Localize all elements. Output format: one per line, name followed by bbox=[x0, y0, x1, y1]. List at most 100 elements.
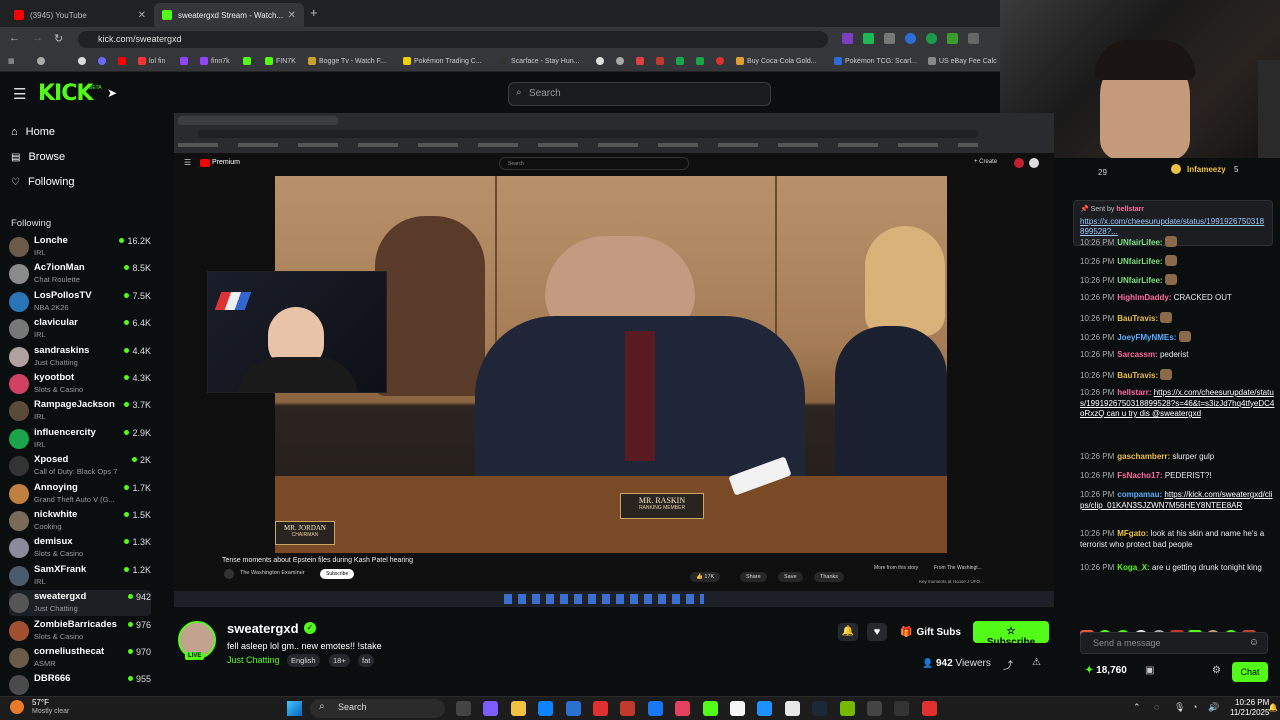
volume-icon[interactable]: 🔊 bbox=[1208, 702, 1219, 713]
tiktok-icon[interactable] bbox=[784, 701, 800, 716]
bookmark-icon[interactable] bbox=[676, 57, 687, 65]
bookmark-icon[interactable] bbox=[716, 57, 727, 65]
extension-icon[interactable] bbox=[926, 33, 937, 44]
chat-username[interactable]: compamau: bbox=[1117, 490, 1162, 499]
nav-following[interactable]: ♡ Following bbox=[11, 176, 74, 188]
bookmark[interactable]: finn7k bbox=[200, 57, 230, 65]
search-input[interactable]: ⌕ Search bbox=[508, 82, 771, 106]
bookmark[interactable]: US eBay Fee Calc bbox=[928, 57, 997, 65]
following-item[interactable]: demisux Slots & Casino 1.3K bbox=[9, 535, 151, 561]
bookmark-icon[interactable] bbox=[656, 57, 667, 65]
network-icon[interactable]: ◌ bbox=[1154, 702, 1159, 712]
following-item[interactable]: sandraskins Just Chatting 4.4K bbox=[9, 344, 151, 370]
bookmark-icon[interactable] bbox=[37, 57, 48, 65]
obs-icon[interactable] bbox=[894, 701, 910, 716]
extension-icon[interactable] bbox=[863, 33, 874, 44]
bookmark[interactable]: Bogge Tv - Watch F... bbox=[308, 57, 386, 65]
chat-username[interactable]: JoeyFMyNMEs: bbox=[1117, 333, 1176, 342]
file-explorer-icon[interactable] bbox=[510, 701, 526, 716]
bookmark-icon[interactable] bbox=[78, 57, 89, 65]
stream-category[interactable]: Just Chatting bbox=[227, 655, 280, 665]
following-item[interactable]: SamXFrank IRL 1.2K bbox=[9, 563, 151, 589]
share-icon[interactable]: ⤴ bbox=[1003, 657, 1013, 672]
chat-username[interactable]: FsNacho17: bbox=[1117, 471, 1162, 480]
facebook-icon[interactable] bbox=[647, 701, 663, 716]
new-tab-button[interactable]: + bbox=[310, 5, 318, 20]
following-item[interactable]: Annoying Grand Theft Auto V (G... 1.7K bbox=[9, 481, 151, 507]
forward-icon[interactable]: → bbox=[32, 32, 43, 44]
chat-username[interactable]: UNfairLifee: bbox=[1117, 257, 1162, 266]
following-item[interactable]: Ac7ionMan Chat Roulette 8.5K bbox=[9, 261, 151, 287]
following-item[interactable]: LosPollosTV NBA 2K26 7.5K bbox=[9, 289, 151, 315]
chat-username[interactable]: UNfairLifee: bbox=[1117, 238, 1162, 247]
chat-username[interactable]: hellstarr: bbox=[1117, 388, 1151, 397]
bookmark-icon[interactable] bbox=[98, 57, 109, 65]
bookmark[interactable]: lol fin bbox=[138, 57, 165, 65]
mic-icon[interactable]: 🎙 bbox=[1174, 702, 1185, 713]
bookmark[interactable]: Buy Coca-Cola Gold... bbox=[736, 57, 817, 65]
bookmark[interactable]: Pokémon TCG: Scarl... bbox=[834, 57, 917, 65]
chat-username[interactable]: UNfairLifee: bbox=[1117, 276, 1162, 285]
tag-18plus[interactable]: 18+ bbox=[329, 654, 350, 667]
subscribe-button[interactable]: ☆ Subscribe bbox=[973, 621, 1049, 648]
steam-icon[interactable] bbox=[812, 701, 828, 716]
copilot-icon[interactable] bbox=[483, 701, 499, 716]
following-item[interactable]: influencercity IRL 2.9K bbox=[9, 426, 151, 452]
settings-icon[interactable]: ⚙ bbox=[1212, 665, 1221, 676]
close-icon[interactable]: ✕ bbox=[138, 10, 146, 21]
tag-fat[interactable]: fat bbox=[358, 654, 375, 667]
chat-username[interactable]: Koga_X: bbox=[1117, 563, 1149, 572]
chat-username[interactable]: HighlmDaddy: bbox=[1117, 293, 1171, 302]
instagram-icon[interactable] bbox=[675, 701, 691, 716]
reload-icon[interactable]: ↻ bbox=[54, 32, 63, 45]
following-item[interactable]: nickwhite Cooking 1.5K bbox=[9, 508, 151, 534]
chat-input[interactable]: Send a message ☺ bbox=[1080, 632, 1268, 654]
bookmark[interactable]: FIN7K bbox=[265, 57, 296, 65]
bookmark[interactable]: Scarface - Stay Hun... bbox=[500, 57, 579, 65]
following-item[interactable]: Xposed Call of Duty: Black Ops 7 2K bbox=[9, 453, 151, 479]
netflix-icon[interactable] bbox=[620, 701, 636, 716]
extension-icon[interactable] bbox=[905, 33, 916, 44]
url-field[interactable]: kick.com/sweatergxd bbox=[78, 31, 828, 48]
outlook-icon[interactable] bbox=[565, 701, 581, 716]
kick-logo[interactable]: KICK bbox=[38, 81, 93, 106]
task-view-icon[interactable] bbox=[456, 701, 471, 716]
chat-username[interactable]: BauTravis: bbox=[1117, 314, 1158, 323]
bookmark-icon[interactable] bbox=[636, 57, 647, 65]
channel-points[interactable]: ✦ 18,760 bbox=[1085, 665, 1127, 676]
clock-date[interactable]: 11/21/2025 bbox=[1230, 708, 1269, 717]
chevron-up-icon[interactable]: ⌃ bbox=[1133, 702, 1141, 713]
bookmark-icon[interactable] bbox=[118, 57, 129, 65]
chat-username[interactable]: gaschamberr: bbox=[1117, 452, 1170, 461]
following-item[interactable]: kyootbot Slots & Casino 4.3K bbox=[9, 371, 151, 397]
epic-icon[interactable] bbox=[867, 701, 882, 716]
nav-home[interactable]: ⌂ Home bbox=[11, 126, 55, 138]
apps-icon[interactable]: ▦ bbox=[8, 57, 15, 65]
extension-icon[interactable] bbox=[947, 33, 958, 44]
stream-video[interactable]: ☰ Premium Search + Create MR. RASKIN RAN… bbox=[174, 113, 1054, 607]
taskbar-search[interactable]: ⌕ Search bbox=[310, 699, 445, 718]
browser-tab-youtube[interactable]: (3945) YouTube ✕ bbox=[6, 3, 154, 27]
streamer-name[interactable]: sweatergxd bbox=[227, 621, 299, 636]
bookmark-icon[interactable] bbox=[243, 57, 254, 65]
nav-browse[interactable]: ▤ Browse bbox=[11, 151, 65, 163]
notification-icon[interactable]: 🔔 bbox=[1268, 703, 1278, 712]
following-item[interactable]: ZombieBarricades Slots & Casino 976 bbox=[9, 618, 151, 644]
edge-icon[interactable] bbox=[538, 701, 554, 716]
browser-tab-kick[interactable]: sweatergxd Stream - Watch... ✕ bbox=[154, 3, 304, 27]
store-icon[interactable] bbox=[757, 701, 773, 716]
close-icon[interactable]: ✕ bbox=[288, 10, 296, 21]
kick-icon[interactable] bbox=[702, 701, 718, 716]
report-icon[interactable]: ⚠ bbox=[1032, 657, 1041, 668]
tag-english[interactable]: English bbox=[287, 654, 320, 667]
heart-icon[interactable]: ♥ bbox=[867, 623, 887, 641]
following-item[interactable]: sweatergxd Just Chatting 942 bbox=[9, 590, 151, 617]
youtube-icon[interactable] bbox=[593, 701, 608, 716]
bookmark-icon[interactable] bbox=[696, 57, 707, 65]
clock-time[interactable]: 10:26 PM bbox=[1235, 698, 1269, 707]
bookmark[interactable]: Pokémon Trading C... bbox=[403, 57, 482, 65]
nvidia-icon[interactable] bbox=[839, 701, 855, 716]
following-item[interactable]: Lonche IRL 16.2K bbox=[9, 234, 151, 260]
chat-username[interactable]: Sarcassm: bbox=[1117, 350, 1157, 359]
following-item[interactable]: RampageJackson IRL 3.7K bbox=[9, 398, 151, 424]
